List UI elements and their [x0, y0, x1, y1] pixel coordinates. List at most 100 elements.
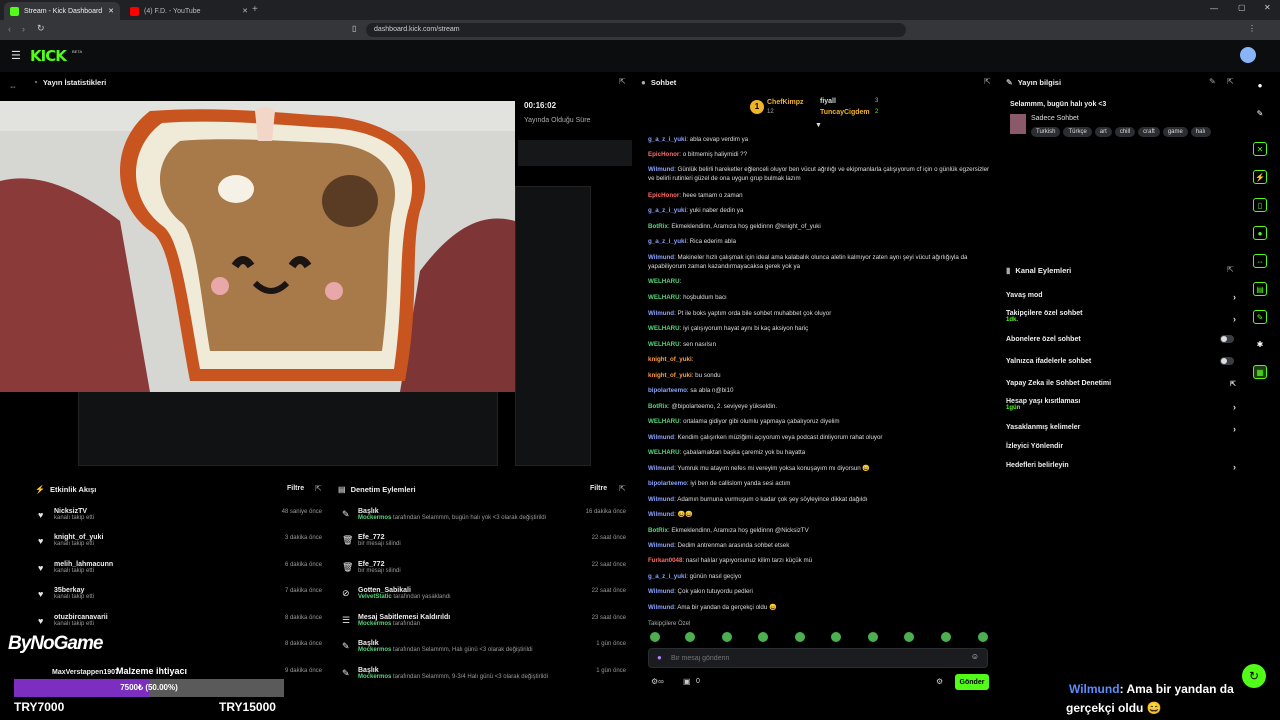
- tab-kick-dashboard[interactable]: Stream - Kick Dashboard ✕: [4, 2, 120, 20]
- subscribers-only-toggle[interactable]: [1220, 335, 1234, 343]
- activity-user[interactable]: otuzbircanavarii: [54, 614, 108, 621]
- mod-user[interactable]: VelvetStatic: [358, 594, 392, 600]
- chat-username[interactable]: Wilmund: [648, 604, 674, 611]
- activity-user[interactable]: MaxVerstappen1907: [52, 669, 119, 676]
- menu-icon[interactable]: ⋮: [1248, 24, 1256, 33]
- emote-icon[interactable]: [650, 632, 660, 642]
- chat-username[interactable]: Wilmund: [648, 542, 674, 549]
- back-icon[interactable]: ‹: [8, 24, 11, 34]
- category-name[interactable]: Sadece Sohbet: [1031, 115, 1079, 122]
- collapse-icon[interactable]: ⇔: [9, 82, 17, 91]
- emote-icon[interactable]: [831, 632, 841, 642]
- slow-mode-row[interactable]: Yavaş mod ›: [1006, 292, 1236, 302]
- account-age-row[interactable]: Hesap yaşı kısıtlaması 1gün ›: [1006, 398, 1236, 412]
- popout-icon[interactable]: ⇱: [619, 77, 626, 86]
- chat-username[interactable]: Wilmund: [648, 310, 674, 317]
- activity-filter-button[interactable]: Filtre: [287, 485, 304, 492]
- leaderboard-user[interactable]: TuncayCigdem: [820, 109, 870, 116]
- emote-icon[interactable]: [941, 632, 951, 642]
- chat-username[interactable]: bipolarteemo: [648, 387, 687, 394]
- url-field[interactable]: dashboard.kick.com/stream: [366, 23, 906, 37]
- send-button[interactable]: Gönder: [955, 674, 989, 690]
- chat-input[interactable]: [671, 652, 961, 664]
- chat-username[interactable]: BotRix: [648, 527, 668, 534]
- hamburger-icon[interactable]: ☰: [11, 49, 21, 62]
- edit-icon[interactable]: ✎: [1209, 77, 1216, 86]
- popout-icon[interactable]: ⇱: [1227, 265, 1234, 274]
- users-icon[interactable]: ✱: [1253, 338, 1267, 352]
- help-icon[interactable]: ↻: [1242, 664, 1266, 688]
- chat-username[interactable]: Wilmund: [648, 496, 674, 503]
- chat-username[interactable]: EpicHonor: [648, 151, 679, 158]
- mod-user[interactable]: Mockermos: [358, 515, 391, 521]
- chat-username[interactable]: g_a_z_i_yuki: [648, 573, 686, 580]
- terminal-icon[interactable]: ▤: [1253, 282, 1267, 296]
- grid-icon[interactable]: ▦: [1253, 365, 1267, 379]
- mod-user[interactable]: Mockermos: [358, 621, 391, 627]
- info-icon[interactable]: ●: [1253, 79, 1267, 93]
- activity-user[interactable]: NicksizTV: [54, 508, 94, 515]
- emote-only-toggle[interactable]: [1220, 357, 1234, 365]
- chat-username[interactable]: g_a_z_i_yuki: [648, 136, 686, 143]
- reload-icon[interactable]: ↻: [37, 23, 45, 34]
- activity-user[interactable]: knight_of_yuki: [54, 534, 103, 541]
- chat-username[interactable]: Furkan0048: [648, 557, 682, 564]
- emote-icon[interactable]: [722, 632, 732, 642]
- emote-icon[interactable]: [868, 632, 878, 642]
- raid-row[interactable]: İzleyici Yönlendir: [1006, 443, 1236, 450]
- popout-icon[interactable]: ⇱: [315, 484, 322, 493]
- moderation-filter-button[interactable]: Filtre: [590, 485, 607, 492]
- chat-username[interactable]: g_a_z_i_yuki: [648, 207, 686, 214]
- mod-user[interactable]: Mockermos: [358, 647, 391, 653]
- chat-username[interactable]: Wilmund: [648, 465, 674, 472]
- mod-user[interactable]: Mockermos: [358, 674, 391, 680]
- ai-moderation-row[interactable]: Yapay Zeka ile Sohbet Denetimi ⇱: [1006, 380, 1236, 388]
- close-icon[interactable]: ✕: [108, 7, 114, 15]
- chat-username[interactable]: Wilmund: [648, 511, 674, 518]
- expand-icon[interactable]: ⇔: [1253, 254, 1267, 268]
- popout-icon[interactable]: ⇱: [984, 77, 991, 86]
- popout-icon[interactable]: ⇱: [1227, 77, 1234, 86]
- chat-username[interactable]: BotRix: [648, 403, 668, 410]
- chat-username[interactable]: bipolarteemo: [648, 480, 687, 487]
- emote-icon[interactable]: [758, 632, 768, 642]
- pencil-icon[interactable]: ✎: [1253, 107, 1267, 121]
- forward-icon[interactable]: ›: [22, 24, 25, 34]
- tab-youtube[interactable]: (4) F.D. - YouTube ✕: [124, 2, 254, 20]
- mic-icon[interactable]: ●: [657, 653, 662, 662]
- chat-username[interactable]: knight_of_yuki: [648, 356, 692, 363]
- emote-icon[interactable]: [904, 632, 914, 642]
- chat-username[interactable]: WELHARU: [648, 294, 680, 301]
- emote-icon[interactable]: [795, 632, 805, 642]
- popout-icon[interactable]: ⇱: [619, 484, 626, 493]
- avatar[interactable]: [1240, 47, 1256, 63]
- gear-icon[interactable]: ⚙: [936, 677, 943, 686]
- chat-username[interactable]: EpicHonor: [648, 192, 679, 199]
- lightning-icon[interactable]: ⚡: [1253, 170, 1267, 184]
- window-close-button[interactable]: ✕: [1264, 3, 1271, 12]
- goals-row[interactable]: Hedefleri belirleyin ›: [1006, 462, 1236, 472]
- focus-icon[interactable]: ✕: [1253, 142, 1267, 156]
- chat-username[interactable]: Wilmund: [648, 254, 674, 261]
- chat-username[interactable]: Wilmund: [648, 434, 674, 441]
- chat-icon[interactable]: ●: [1253, 226, 1267, 240]
- leaderboard-user[interactable]: fiyall: [820, 98, 836, 105]
- banned-words-row[interactable]: Yasaklanmış kelimeler ›: [1006, 424, 1236, 434]
- chat-username[interactable]: BotRix: [648, 223, 668, 230]
- activity-user[interactable]: 35berkay: [54, 587, 94, 594]
- new-tab-button[interactable]: +: [252, 4, 258, 15]
- chat-username[interactable]: WELHARU: [648, 341, 680, 348]
- chat-username[interactable]: Wilmund: [648, 166, 674, 173]
- emote-icon[interactable]: [685, 632, 695, 642]
- emote-icon[interactable]: [978, 632, 988, 642]
- kick-logo[interactable]: KICK: [30, 47, 67, 65]
- chat-username[interactable]: WELHARU: [648, 325, 680, 332]
- settings-user-icon[interactable]: ⚙∞: [651, 677, 664, 686]
- chevron-down-icon[interactable]: ▼: [815, 122, 822, 129]
- chat-username[interactable]: g_a_z_i_yuki: [648, 238, 686, 245]
- leaderboard-user[interactable]: ChefKimpz: [767, 99, 804, 106]
- maximize-button[interactable]: ▢: [1238, 3, 1246, 12]
- wrench-icon[interactable]: ✎: [1253, 310, 1267, 324]
- chat-username[interactable]: WELHARU: [648, 418, 680, 425]
- emoji-picker-icon[interactable]: ☺: [971, 652, 979, 661]
